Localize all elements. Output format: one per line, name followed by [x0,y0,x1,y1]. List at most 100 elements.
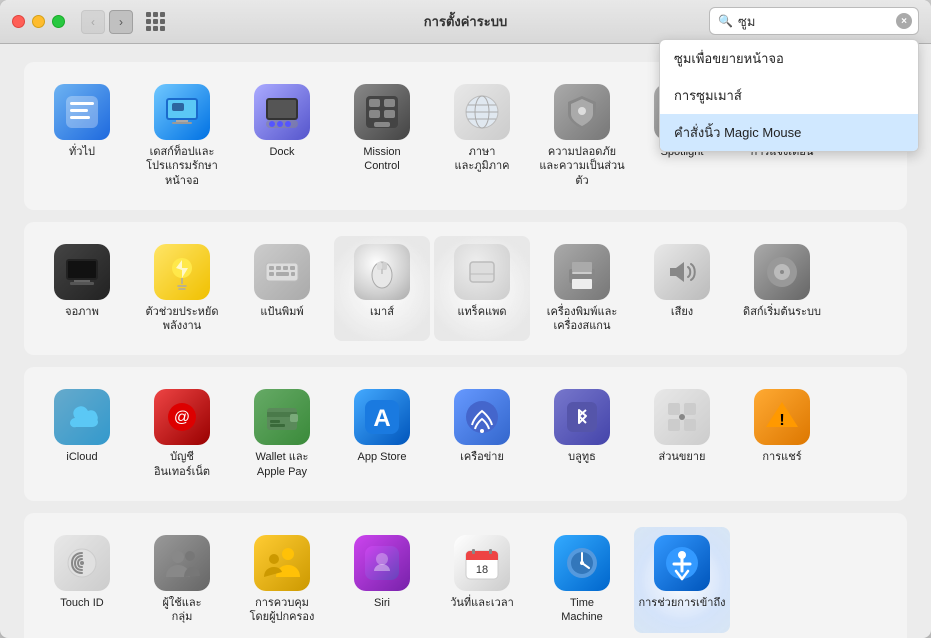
siri-label: Siri [374,596,390,610]
language-icon [454,84,510,140]
pref-printer[interactable]: เครื่องพิมพ์และเครื่องสแกน [534,236,630,342]
desktop-label: เดสก์ท็อปและโปรแกรมรักษาหน้าจอ [138,145,226,188]
startup-label: ดิสก์เริ่มต้นระบบ [743,305,821,319]
display-icon [54,244,110,300]
pref-wallet[interactable]: Wallet และApple Pay [234,381,330,487]
trackpad-icon [454,244,510,300]
pref-bluetooth[interactable]: บลูทูธ [534,381,630,487]
mission-label: MissionControl [363,145,400,174]
pref-touchid[interactable]: Touch ID [34,527,130,633]
trackpad-label: แทร็คแพด [457,305,506,319]
touchid-icon [54,535,110,591]
datetime-icon: 18 [454,535,510,591]
svg-text:18: 18 [476,564,488,576]
dock-label: Dock [269,145,294,159]
grid-icon [146,12,165,31]
dropdown-item-zoom-camera[interactable]: การซูมเมาส์ [660,77,918,114]
users-icon [154,535,210,591]
maximize-button[interactable] [52,15,65,28]
pref-startup[interactable]: ดิสก์เริ่มต้นระบบ [734,236,830,342]
timemachine-label: TimeMachine [561,596,603,625]
parental-icon [254,535,310,591]
pref-users[interactable]: ผู้ใช้และกลุ่ม [134,527,230,633]
accessibility-icon [654,535,710,591]
pref-datetime[interactable]: 18 วันที่และเวลา [434,527,530,633]
search-value: ซูม [738,11,755,32]
language-label: ภาษาและภูมิภาค [454,145,509,174]
dropdown-item-zoom-screen[interactable]: ซูมเพื่อขยายหน้าจอ [660,40,918,77]
security-label: ความปลอดภัยและความเป็นส่วนตัว [538,145,626,188]
close-button[interactable] [12,15,25,28]
sound-label: เสียง [671,305,693,319]
pref-appstore[interactable]: A App Store [334,381,430,487]
forward-button[interactable]: › [109,10,133,34]
pref-energy[interactable]: ตัวช่วยประหยัดพลังงาน [134,236,230,342]
pref-sharing[interactable]: ! การแชร์ [734,381,830,487]
network-icon [454,389,510,445]
svg-text:!: ! [779,412,784,429]
pref-timemachine[interactable]: TimeMachine [534,527,630,633]
security-icon [554,84,610,140]
desktop-icon [154,84,210,140]
pref-siri[interactable]: Siri [334,527,430,633]
timemachine-icon [554,535,610,591]
pref-mouse[interactable]: เมาส์ [334,236,430,342]
bluetooth-icon [554,389,610,445]
zoom-magic-label: คำสั่งนิ้ว Magic Mouse [674,122,801,143]
mouse-label: เมาส์ [370,305,394,319]
pref-keyboard[interactable]: แป้นพิมพ์ [234,236,330,342]
accessibility-label: การช่วยการเข้าถึง [638,596,725,610]
keyboard-icon [254,244,310,300]
pref-accessibility[interactable]: การช่วยการเข้าถึง [634,527,730,633]
nav-buttons: ‹ › [81,10,133,34]
wallet-label: Wallet และApple Pay [256,450,309,479]
forward-icon: › [119,15,123,29]
pref-internet[interactable]: @ บัญชีอินเทอร์เน็ต [134,381,230,487]
wallet-icon [254,389,310,445]
sharing-icon: ! [754,389,810,445]
dropdown-item-zoom-magic[interactable]: คำสั่งนิ้ว Magic Mouse [660,114,918,151]
mouse-icon [354,244,410,300]
search-icon: 🔍 [718,14,733,28]
minimize-button[interactable] [32,15,45,28]
pref-desktop[interactable]: เดสก์ท็อปและโปรแกรมรักษาหน้าจอ [134,76,230,196]
internet-icon: @ [154,389,210,445]
printer-icon [554,244,610,300]
search-box[interactable]: 🔍 ซูม × [709,7,919,35]
search-wrapper: 🔍 ซูม × ซูมเพื่อขยายหน้าจอ การซูมเมาส์ ค… [709,7,919,35]
pref-display[interactable]: จอภาพ [34,236,130,342]
dock-icon [254,84,310,140]
pref-general[interactable]: ทั่วไป [34,76,130,196]
svg-text:@: @ [174,409,190,426]
siri-icon [354,535,410,591]
back-icon: ‹ [91,15,95,29]
pref-security[interactable]: ความปลอดภัยและความเป็นส่วนตัว [534,76,630,196]
users-label: ผู้ใช้และกลุ่ม [162,596,201,625]
pref-mission[interactable]: MissionControl [334,76,430,196]
traffic-lights [12,15,65,28]
icloud-icon [54,389,110,445]
search-clear-button[interactable]: × [896,13,912,29]
keyboard-label: แป้นพิมพ์ [260,305,303,319]
pref-trackpad[interactable]: แทร็คแพด [434,236,530,342]
pref-extensions[interactable]: ส่วนขยาย [634,381,730,487]
extensions-label: ส่วนขยาย [659,450,706,464]
titlebar: ‹ › การตั้งค่าระบบ 🔍 ซูม × ซู [0,0,931,44]
internet-label: บัญชีอินเทอร์เน็ต [154,450,210,479]
display-label: จอภาพ [65,305,99,319]
window-title: การตั้งค่าระบบ [424,11,507,32]
pref-dock[interactable]: Dock [234,76,330,196]
section-2-grid: จอภาพ ตัวช่วยประหยัดพลังงาน แป้นพิมพ์ [34,236,897,342]
pref-parental[interactable]: การควบคุมโดยผู้ปกครอง [234,527,330,633]
show-all-button[interactable] [141,8,169,36]
back-button[interactable]: ‹ [81,10,105,34]
pref-language[interactable]: ภาษาและภูมิภาค [434,76,530,196]
datetime-label: วันที่และเวลา [450,596,514,610]
pref-network[interactable]: เครือข่าย [434,381,530,487]
bluetooth-label: บลูทูธ [568,450,596,464]
pref-sound[interactable]: เสียง [634,236,730,342]
sharing-label: การแชร์ [762,450,801,464]
pref-icloud[interactable]: iCloud [34,381,130,487]
system-preferences-window: ‹ › การตั้งค่าระบบ 🔍 ซูม × ซู [0,0,931,638]
extensions-icon [654,389,710,445]
